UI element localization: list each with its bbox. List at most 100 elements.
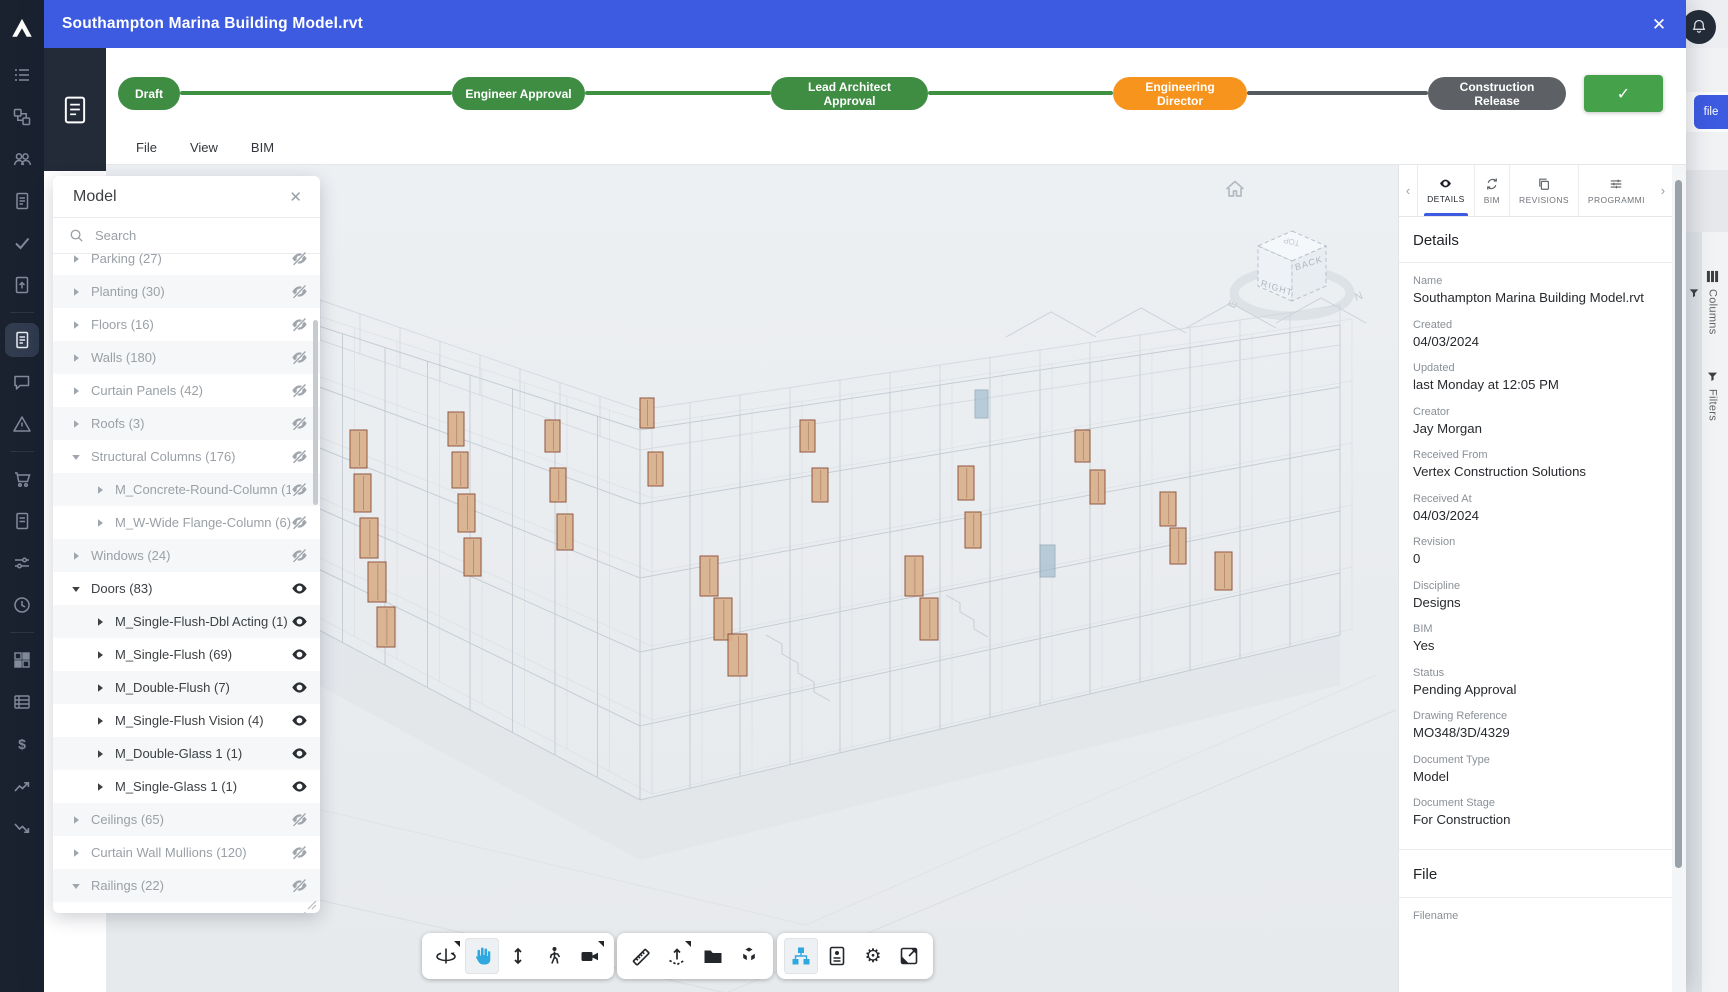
chevron-right-icon[interactable]: [71, 815, 81, 825]
chevron-right-icon[interactable]: [71, 386, 81, 396]
sidebar-item-trend-up[interactable]: [0, 765, 44, 807]
model-tree-icon[interactable]: [784, 938, 818, 974]
chevron-right-icon[interactable]: [95, 782, 105, 792]
model-panel-scrollbar-thumb[interactable]: [313, 320, 318, 505]
tree-row-single-glass[interactable]: M_Single-Glass 1 (1): [53, 770, 320, 803]
panel-scrollbar-thumb[interactable]: [1675, 180, 1682, 868]
tree-row-parking[interactable]: Parking (27): [53, 242, 320, 275]
sidebar-item-cart[interactable]: [0, 458, 44, 500]
sidebar-item-issues[interactable]: [0, 403, 44, 445]
settings-gear-icon[interactable]: ⚙: [856, 938, 890, 974]
chevron-right-icon[interactable]: [95, 485, 105, 495]
chevron-right-icon[interactable]: [71, 353, 81, 363]
file-button[interactable]: file: [1694, 95, 1728, 129]
screenshot-icon[interactable]: [892, 938, 926, 974]
home-view-icon[interactable]: [1224, 179, 1246, 199]
folder-icon[interactable]: [696, 938, 730, 974]
chevron-right-icon[interactable]: [71, 320, 81, 330]
notifications-icon[interactable]: [1682, 10, 1716, 44]
workflow-step-draft[interactable]: Draft: [118, 77, 180, 110]
visibility-off-icon[interactable]: [291, 547, 308, 564]
tree-row-railings[interactable]: Railings (22): [53, 869, 320, 902]
chevron-right-icon[interactable]: [95, 749, 105, 759]
visibility-on-icon[interactable]: [291, 778, 308, 795]
visibility-off-icon[interactable]: [291, 844, 308, 861]
visibility-off-icon[interactable]: [291, 910, 308, 913]
sidebar-item-file-upload[interactable]: [0, 264, 44, 306]
menu-view[interactable]: View: [184, 139, 245, 156]
tree-row-railing[interactable]: Railing (22): [53, 902, 320, 913]
workflow-step-lead-architect-approval[interactable]: Lead Architect Approval: [771, 77, 928, 110]
visibility-on-icon[interactable]: [291, 712, 308, 729]
menu-bim[interactable]: BIM: [245, 139, 301, 156]
tree-row-structural-columns[interactable]: Structural Columns (176): [53, 440, 320, 473]
tree-row-walls[interactable]: Walls (180): [53, 341, 320, 374]
tab-revisions[interactable]: REVISIONS: [1509, 165, 1578, 216]
approve-button[interactable]: ✓: [1584, 75, 1663, 112]
chevron-right-icon[interactable]: [71, 419, 81, 429]
workflow-step-engineer-approval[interactable]: Engineer Approval: [452, 77, 585, 110]
tree-row-curtain-panels[interactable]: Curtain Panels (42): [53, 374, 320, 407]
chevron-right-icon[interactable]: [95, 617, 105, 627]
sidebar-item-schedule[interactable]: [0, 681, 44, 723]
sidebar-item-documents[interactable]: [0, 180, 44, 222]
elevation-icon[interactable]: [660, 938, 694, 974]
visibility-off-icon[interactable]: [291, 514, 308, 531]
tabs-chevron-left-icon[interactable]: ‹: [1399, 165, 1417, 216]
sidebar-item-team[interactable]: [0, 138, 44, 180]
chevron-right-icon[interactable]: [71, 848, 81, 858]
visibility-off-icon[interactable]: [291, 349, 308, 366]
tree-row-doors[interactable]: Doors (83): [53, 572, 320, 605]
visibility-off-icon[interactable]: [291, 250, 308, 267]
sidebar-item-trend-down[interactable]: [0, 807, 44, 849]
sidebar-item-documents-active[interactable]: [0, 319, 44, 361]
sidebar-item-costs[interactable]: $: [0, 723, 44, 765]
tab-bim[interactable]: BIM: [1474, 165, 1509, 216]
tabs-chevron-right-icon[interactable]: ›: [1654, 165, 1672, 216]
tree-row-wide-flange-column[interactable]: M_W-Wide Flange-Column (6): [53, 506, 320, 539]
tree-row-single-flush[interactable]: M_Single-Flush (69): [53, 638, 320, 671]
close-icon[interactable]: ✕: [1646, 12, 1672, 38]
visibility-on-icon[interactable]: [291, 679, 308, 696]
chevron-right-icon[interactable]: [95, 650, 105, 660]
sidebar-item-dashboard[interactable]: [0, 639, 44, 681]
walk-icon[interactable]: [537, 938, 571, 974]
tree-row-floors[interactable]: Floors (16): [53, 308, 320, 341]
visibility-on-icon[interactable]: [291, 646, 308, 663]
zoom-vertical-icon[interactable]: [501, 938, 535, 974]
chevron-down-icon[interactable]: [71, 452, 81, 462]
visibility-on-icon[interactable]: [291, 613, 308, 630]
menu-file[interactable]: File: [130, 139, 184, 156]
sidebar-item-history[interactable]: [0, 584, 44, 626]
sidebar-item-workflow[interactable]: [0, 96, 44, 138]
tree-row-double-glass[interactable]: M_Double-Glass 1 (1): [53, 737, 320, 770]
sidebar-item-list[interactable]: [0, 54, 44, 96]
visibility-off-icon[interactable]: [291, 316, 308, 333]
visibility-on-icon[interactable]: [291, 745, 308, 762]
filters-control[interactable]: Filters: [1706, 370, 1719, 421]
chevron-right-icon[interactable]: [95, 683, 105, 693]
sidebar-item-approvals[interactable]: [0, 222, 44, 264]
sidebar-item-comments[interactable]: [0, 361, 44, 403]
filter-icon[interactable]: [1688, 287, 1700, 299]
visibility-on-icon[interactable]: [291, 580, 308, 597]
columns-control[interactable]: Columns: [1706, 270, 1719, 335]
explode-model-icon[interactable]: [732, 938, 766, 974]
measure-icon[interactable]: [624, 938, 658, 974]
tree-row-concrete-round-column[interactable]: M_Concrete-Round-Column (170): [53, 473, 320, 506]
tab-details[interactable]: DETAILS: [1417, 165, 1474, 216]
workflow-step-construction-release[interactable]: Construction Release: [1428, 77, 1566, 110]
visibility-off-icon[interactable]: [291, 481, 308, 498]
chevron-down-icon[interactable]: [71, 881, 81, 891]
orbit-icon[interactable]: [429, 938, 463, 974]
resize-handle[interactable]: [307, 900, 317, 910]
chevron-right-icon[interactable]: [71, 254, 81, 264]
table-scroll-strip[interactable]: [1686, 232, 1701, 992]
view-cube[interactable]: E N RIGHT BACK TOP: [1196, 205, 1386, 330]
chevron-right-icon[interactable]: [95, 518, 105, 528]
chevron-right-icon[interactable]: [71, 551, 81, 561]
visibility-off-icon[interactable]: [291, 811, 308, 828]
visibility-off-icon[interactable]: [291, 448, 308, 465]
chevron-right-icon[interactable]: [95, 716, 105, 726]
visibility-off-icon[interactable]: [291, 283, 308, 300]
